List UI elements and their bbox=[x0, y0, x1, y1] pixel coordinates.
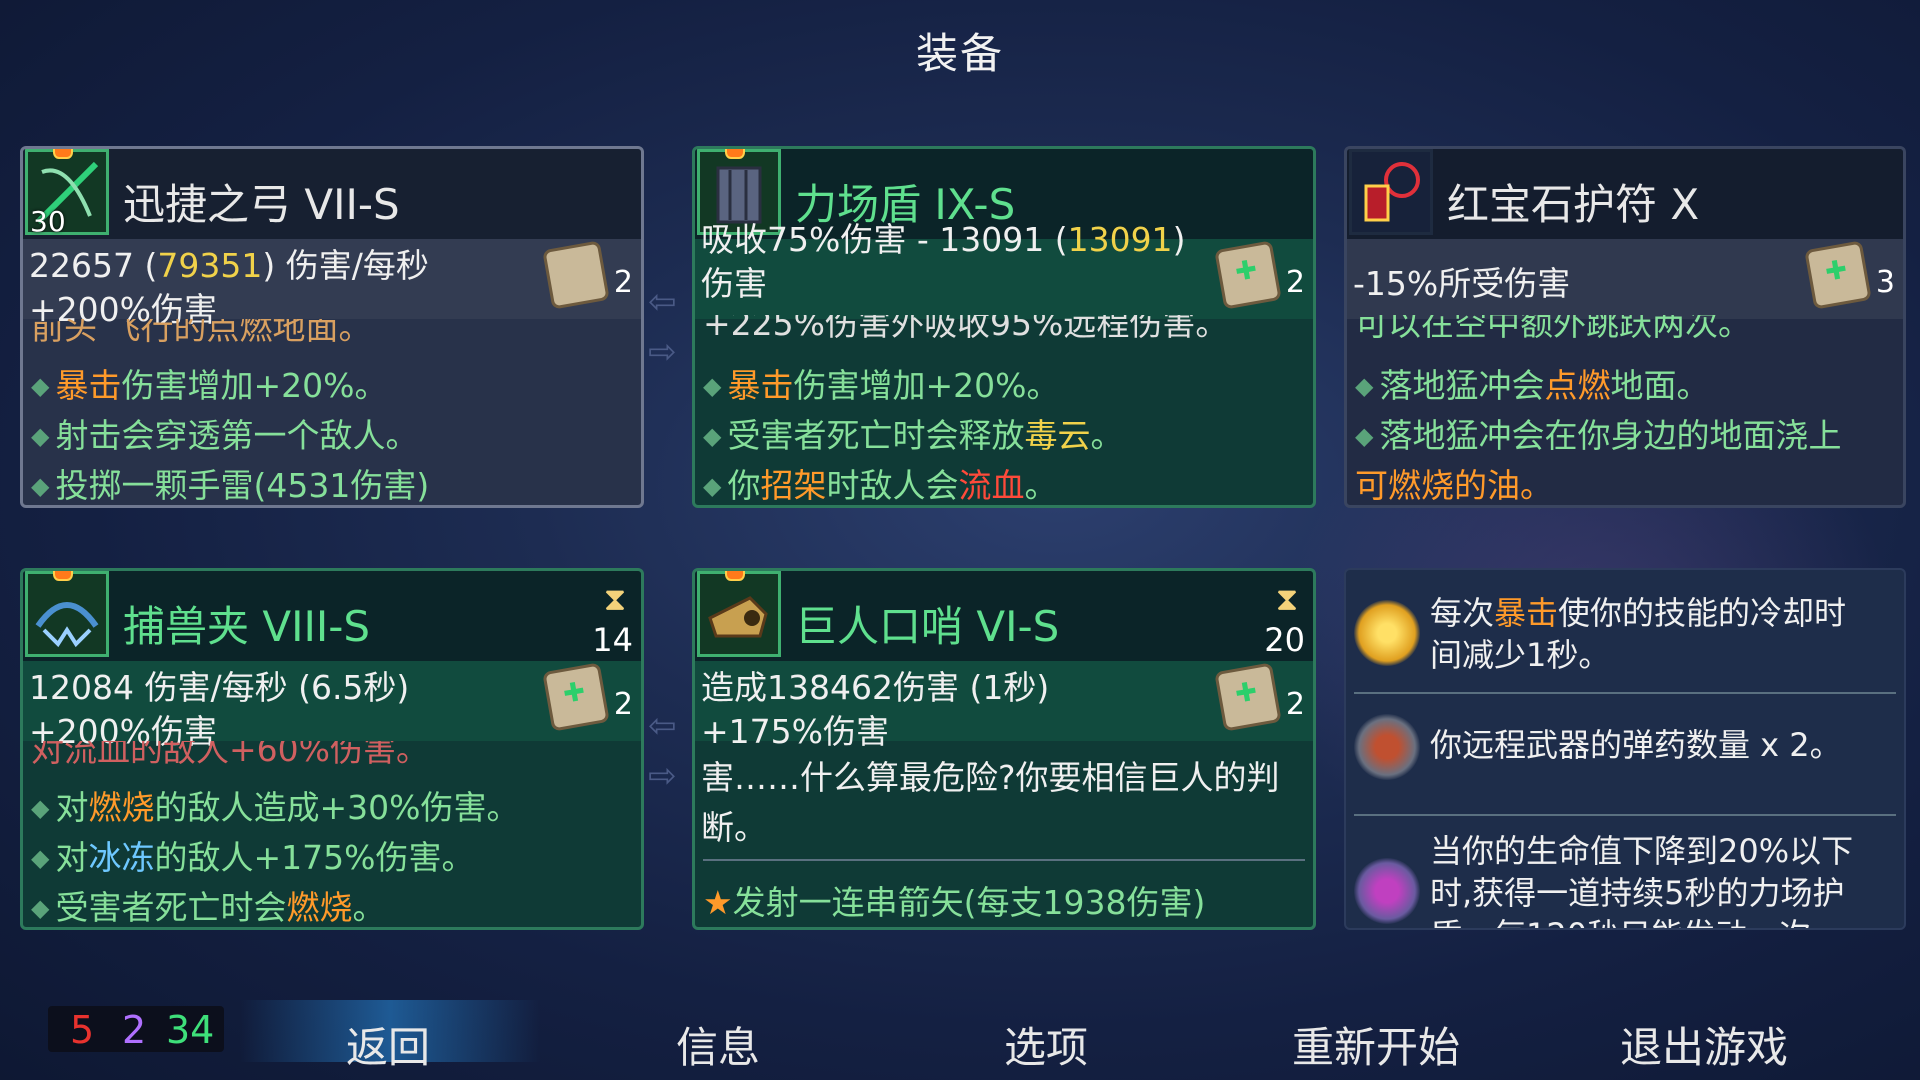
divider bbox=[703, 859, 1305, 861]
ruby-amulet-icon bbox=[1349, 149, 1433, 235]
scroll-count: 2 bbox=[1285, 687, 1305, 722]
star-affix-line: ★发射一连串箭矢(每支1938伤害) bbox=[703, 883, 1206, 922]
clipped-text: 可以在空中额外跳跃两次。 bbox=[1355, 315, 1751, 341]
crit-star-icon bbox=[1354, 600, 1420, 666]
hourglass-icon: ⧗ bbox=[1275, 580, 1299, 618]
star-icon: ★ bbox=[703, 883, 733, 922]
bonus-line: +175%伤害 bbox=[701, 712, 889, 751]
flame-icon bbox=[725, 571, 745, 581]
equipment-card-shield[interactable]: 力场盾 IX-S 吸收75%伤害 - 13091 (13091) 伤害 2 +2… bbox=[692, 146, 1316, 508]
clipped-text: +225%伤害外吸收95%远程伤害。 bbox=[703, 315, 1229, 341]
effect-line: -15%所受伤害 bbox=[1353, 264, 1571, 303]
flame-icon bbox=[53, 571, 73, 581]
swap-right-arrow-icon[interactable]: ⇨ bbox=[648, 335, 692, 369]
description-line: 害……什么算最危险?你要相信巨人的判 bbox=[701, 758, 1280, 797]
quit-game-button[interactable]: 退出游戏 bbox=[1620, 1014, 1788, 1075]
divider bbox=[1354, 814, 1896, 816]
options-button[interactable]: 选项 bbox=[1004, 1014, 1088, 1075]
card-header: 捕兽夹 VIII-S ⧗ 14 bbox=[23, 571, 641, 661]
whistle-icon bbox=[697, 571, 781, 657]
scroll-count: 2 bbox=[613, 687, 633, 722]
back-button[interactable]: 返回 bbox=[346, 1014, 430, 1075]
item-name: 红宝石护符 X bbox=[1447, 180, 1700, 229]
stats-band: 22657 (79351) 伤害/每秒 +200%伤害 2 bbox=[23, 239, 641, 329]
equipment-card-bow[interactable]: 30 迅捷之弓 VII-S 22657 (79351) 伤害/每秒 +200%伤… bbox=[20, 146, 644, 508]
affix-line: ◆ 落地猛冲会在你身边的地面浇上 bbox=[1355, 416, 1842, 455]
perks-panel: 每次暴击使你的技能的冷却时 间减少1秒。 你远程武器的弹药数量 x 2。 当你的生… bbox=[1344, 568, 1906, 930]
red-counter: 5 bbox=[70, 1008, 95, 1052]
swap-left-arrow-icon[interactable]: ⇦ bbox=[648, 709, 692, 743]
card-header: 30 迅捷之弓 VII-S bbox=[23, 149, 641, 239]
ammo-icon bbox=[1354, 714, 1420, 780]
beartrap-icon bbox=[25, 571, 109, 657]
swap-left-arrow-icon[interactable]: ⇦ bbox=[648, 285, 692, 319]
scroll-count: 3 bbox=[1875, 265, 1895, 300]
hourglass-icon: ⧗ bbox=[603, 580, 627, 618]
perk-text: 每次暴击使你的技能的冷却时 间减少1秒。 bbox=[1430, 594, 1847, 674]
perk-text: 当你的生命值下降到20%以下时,获得一道持续5秒的力场护盾。每120秒只能发动一… bbox=[1430, 832, 1854, 928]
damage-label: 伤害 bbox=[701, 264, 767, 303]
affix-line: ◆ 你招架时敌人会流血。 bbox=[703, 466, 1058, 505]
equipment-card-amulet[interactable]: 红宝石护符 X -15%所受伤害 3 可以在空中额外跳跃两次。 ◆落地猛冲会点燃… bbox=[1344, 146, 1906, 508]
cooldown-value: 14 bbox=[592, 621, 633, 659]
scroll-icon bbox=[542, 662, 610, 732]
perk-text: 你远程武器的弹药数量 x 2。 bbox=[1430, 726, 1842, 764]
forcefield-icon bbox=[1354, 858, 1420, 924]
equipment-card-whistle[interactable]: 巨人口哨 VI-S ⧗ 20 造成138462伤害 (1秒) +175%伤害 2… bbox=[692, 568, 1316, 930]
stats-band: 12084 伤害/每秒 (6.5秒) +200%伤害 2 bbox=[23, 661, 641, 751]
cooldown-value: 20 bbox=[1264, 621, 1305, 659]
equipment-card-beartrap[interactable]: 捕兽夹 VIII-S ⧗ 14 12084 伤害/每秒 (6.5秒) +200%… bbox=[20, 568, 644, 930]
scroll-icon bbox=[542, 240, 610, 310]
item-name: 捕兽夹 VIII-S bbox=[123, 602, 371, 651]
scroll-icon bbox=[1214, 240, 1282, 310]
affix-line: ◆ 射击会穿透第一个敌人。 bbox=[31, 416, 419, 455]
card-header: 巨人口哨 VI-S ⧗ 20 bbox=[695, 571, 1313, 661]
affix-line: ◆ 落地猛冲会点燃地面。 bbox=[1355, 366, 1710, 405]
stats-band: 造成138462伤害 (1秒) +175%伤害 2 bbox=[695, 661, 1313, 751]
purple-counter: 2 bbox=[122, 1008, 147, 1052]
item-name: 巨人口哨 VI-S bbox=[795, 602, 1060, 651]
swap-right-arrow-icon[interactable]: ⇨ bbox=[648, 759, 692, 793]
info-button[interactable]: 信息 bbox=[676, 1014, 760, 1075]
clipped-text: 前头 飞行的点燃地面。 bbox=[31, 319, 372, 345]
cell-counters: 5 2 34 bbox=[48, 1006, 224, 1052]
dps-line: 12084 伤害/每秒 (6.5秒) bbox=[29, 668, 410, 707]
scroll-icon bbox=[1214, 662, 1282, 732]
clipped-text: 对流血的敌人+60%伤害。 bbox=[31, 741, 429, 767]
affix-line-continuation: 可燃烧的油。 bbox=[1355, 466, 1553, 505]
restart-button[interactable]: 重新开始 bbox=[1292, 1014, 1460, 1075]
description-line: 断。 bbox=[701, 808, 767, 847]
absorb-line: 吸收75%伤害 - 13091 (13091) bbox=[701, 220, 1186, 259]
affix-line: ◆ 投掷一颗手雷(4531伤害) bbox=[31, 466, 430, 505]
scroll-icon bbox=[1804, 240, 1872, 310]
flame-icon bbox=[53, 149, 73, 159]
scroll-count: 2 bbox=[613, 265, 633, 300]
affix-line: ◆ 受害者死亡时会燃烧。 bbox=[31, 888, 386, 927]
bow-icon: 30 bbox=[25, 149, 109, 238]
perk-item[interactable]: 当你的生命值下降到20%以下时,获得一道持续5秒的力场护盾。每120秒只能发动一… bbox=[1350, 828, 1896, 928]
damage-line: 造成138462伤害 (1秒) bbox=[701, 668, 1050, 707]
item-name: 迅捷之弓 VII-S bbox=[123, 180, 400, 229]
stats-band: 吸收75%伤害 - 13091 (13091) 伤害 2 bbox=[695, 220, 1313, 319]
scroll-count: 2 bbox=[1285, 265, 1305, 300]
page-title: 装备 bbox=[915, 29, 1004, 78]
dps-line: 22657 (79351) 伤害/每秒 bbox=[29, 246, 429, 285]
affix-line: ◆ 对燃烧的敌人造成+30%伤害。 bbox=[31, 788, 520, 827]
affix-line: ◆ 暴击伤害增加+20%。 bbox=[31, 366, 388, 405]
green-counter: 34 bbox=[166, 1008, 215, 1052]
affix-line: ◆ 暴击伤害增加+20%。 bbox=[703, 366, 1060, 405]
flame-icon bbox=[725, 149, 745, 159]
stats-band: -15%所受伤害 3 bbox=[1347, 239, 1903, 319]
perk-item[interactable]: 你远程武器的弹药数量 x 2。 bbox=[1350, 704, 1896, 844]
affix-line: ◆ 对冰冻的敌人+175%伤害。 bbox=[31, 838, 475, 877]
divider bbox=[1354, 692, 1896, 694]
affix-line: ◆ 受害者死亡时会释放毒云。 bbox=[703, 416, 1124, 455]
bottom-menu: 5 2 34 返回 信息 选项 重新开始 退出游戏 bbox=[0, 990, 1920, 1080]
card-header: 红宝石护符 X bbox=[1347, 149, 1903, 239]
